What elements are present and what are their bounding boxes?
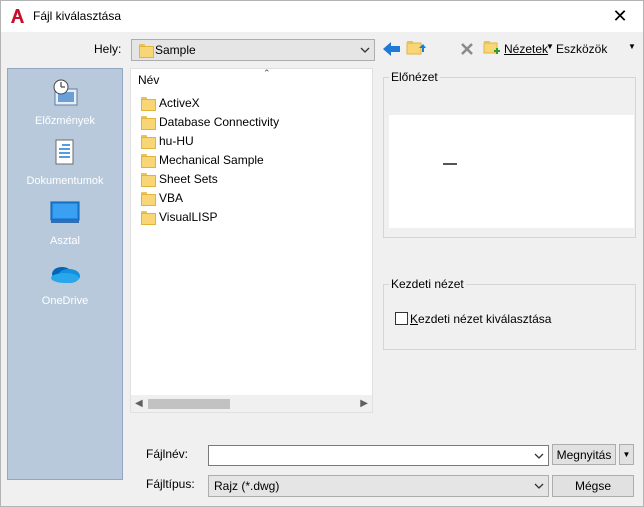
sidebar-item-label: OneDrive bbox=[41, 295, 89, 307]
filetype-value: Rajz (*.dwg) bbox=[214, 479, 280, 493]
close-button[interactable]: ✕ bbox=[597, 1, 643, 32]
list-item[interactable]: VisualLISP bbox=[141, 207, 217, 226]
folder-icon bbox=[141, 115, 156, 130]
list-item[interactable]: Database Connectivity bbox=[141, 112, 279, 131]
caret-down-icon: ▼ bbox=[622, 450, 631, 459]
checkbox-label-rest: ezdeti nézet kiválasztása bbox=[418, 312, 552, 326]
file-name: VisualLISP bbox=[159, 209, 218, 224]
chevron-down-icon bbox=[534, 453, 544, 459]
filename-label: Fájlnév: bbox=[146, 447, 189, 461]
list-item[interactable]: VBA bbox=[141, 188, 183, 207]
cancel-button-label: Mégse bbox=[574, 479, 612, 493]
folder-icon bbox=[141, 153, 156, 168]
file-name: Sheet Sets bbox=[159, 171, 218, 186]
file-list: ⌃ Név ActiveX Database Connectivity hu-H… bbox=[130, 68, 373, 413]
tools-dropdown-icon: ▼ bbox=[628, 42, 636, 51]
horizontal-scrollbar[interactable]: ◀ ▶ bbox=[131, 395, 372, 412]
folder-icon bbox=[141, 191, 156, 206]
list-item[interactable]: ActiveX bbox=[141, 93, 200, 112]
delete-button[interactable] bbox=[457, 39, 477, 59]
sidebar-item-desktop[interactable]: Asztal bbox=[8, 197, 122, 247]
filetype-label: Fájltípus: bbox=[146, 477, 195, 491]
onedrive-icon bbox=[51, 267, 80, 283]
new-folder-button[interactable] bbox=[482, 38, 502, 58]
sidebar-item-label: Asztal bbox=[50, 235, 80, 247]
cancel-button[interactable]: Mégse bbox=[552, 475, 634, 497]
preview-title: Előnézet bbox=[389, 70, 440, 84]
preview-image bbox=[389, 115, 634, 228]
initial-view-title: Kezdeti nézet bbox=[389, 277, 466, 291]
initial-view-checkbox-label[interactable]: Kezdeti nézet kiválasztása bbox=[410, 312, 551, 326]
file-name: ActiveX bbox=[159, 95, 200, 110]
views-menu-button[interactable]: Nézetek bbox=[504, 42, 548, 56]
window-title: Fájl kiválasztása bbox=[33, 9, 122, 23]
places-sidebar: Előzmények Dokumentumok Asztal OneDrive bbox=[7, 68, 123, 480]
file-name: hu-HU bbox=[159, 133, 194, 148]
chevron-down-icon bbox=[360, 47, 370, 53]
back-arrow-icon bbox=[383, 42, 400, 56]
folder-icon bbox=[139, 44, 154, 58]
file-name: VBA bbox=[159, 190, 184, 205]
open-button[interactable]: Megnyitás bbox=[552, 444, 616, 465]
folder-icon bbox=[141, 96, 156, 111]
views-dropdown-icon: ▼ bbox=[546, 42, 554, 51]
file-name: Database Connectivity bbox=[159, 114, 280, 129]
chevron-down-icon bbox=[534, 483, 544, 489]
folder-icon bbox=[141, 134, 156, 149]
history-icon bbox=[53, 79, 78, 106]
desktop-icon bbox=[50, 201, 80, 223]
initial-view-checkbox[interactable] bbox=[395, 312, 408, 325]
list-item[interactable]: Sheet Sets bbox=[141, 169, 218, 188]
close-icon: ✕ bbox=[612, 6, 628, 26]
delete-x-icon bbox=[461, 43, 473, 55]
location-label: Hely: bbox=[94, 42, 122, 56]
back-button[interactable] bbox=[382, 39, 402, 59]
tools-label: Eszközök bbox=[556, 42, 608, 56]
filename-input[interactable] bbox=[208, 445, 549, 466]
new-folder-icon bbox=[483, 41, 500, 54]
folder-icon bbox=[141, 210, 156, 225]
folder-up-icon bbox=[406, 41, 426, 55]
sidebar-item-onedrive[interactable]: OneDrive bbox=[8, 257, 122, 307]
location-value: Sample bbox=[155, 43, 196, 57]
location-dropdown[interactable]: Sample bbox=[131, 39, 375, 61]
tools-menu-button[interactable]: Eszközök bbox=[556, 42, 607, 56]
views-label: Nézetek bbox=[504, 42, 549, 56]
title-bar: Fájl kiválasztása ✕ bbox=[1, 1, 643, 32]
name-column-header[interactable]: Név bbox=[138, 73, 159, 87]
open-button-label: Megnyitás bbox=[556, 447, 612, 462]
file-name: Mechanical Sample bbox=[159, 152, 264, 167]
documents-icon bbox=[55, 139, 74, 165]
open-options-button[interactable]: ▼ bbox=[619, 444, 634, 465]
preview-drawing-thumbnail bbox=[443, 163, 457, 165]
up-folder-button[interactable] bbox=[406, 38, 426, 58]
scroll-right-icon[interactable]: ▶ bbox=[360, 398, 368, 409]
sort-caret-icon: ⌃ bbox=[263, 68, 271, 78]
filetype-dropdown[interactable]: Rajz (*.dwg) bbox=[208, 475, 549, 497]
scroll-left-icon[interactable]: ◀ bbox=[135, 398, 143, 409]
autocad-app-icon bbox=[11, 9, 24, 23]
sidebar-item-history[interactable]: Előzmények bbox=[8, 77, 122, 127]
sidebar-item-documents[interactable]: Dokumentumok bbox=[8, 137, 122, 187]
sidebar-item-label: Előzmények bbox=[35, 115, 95, 127]
folder-icon bbox=[141, 172, 156, 187]
sidebar-item-label: Dokumentumok bbox=[26, 175, 104, 187]
list-item[interactable]: hu-HU bbox=[141, 131, 194, 150]
file-dialog-window: Fájl kiválasztása ✕ Hely: Sample Nézetek… bbox=[0, 0, 644, 507]
list-item[interactable]: Mechanical Sample bbox=[141, 150, 264, 169]
scrollbar-thumb[interactable] bbox=[148, 399, 230, 409]
